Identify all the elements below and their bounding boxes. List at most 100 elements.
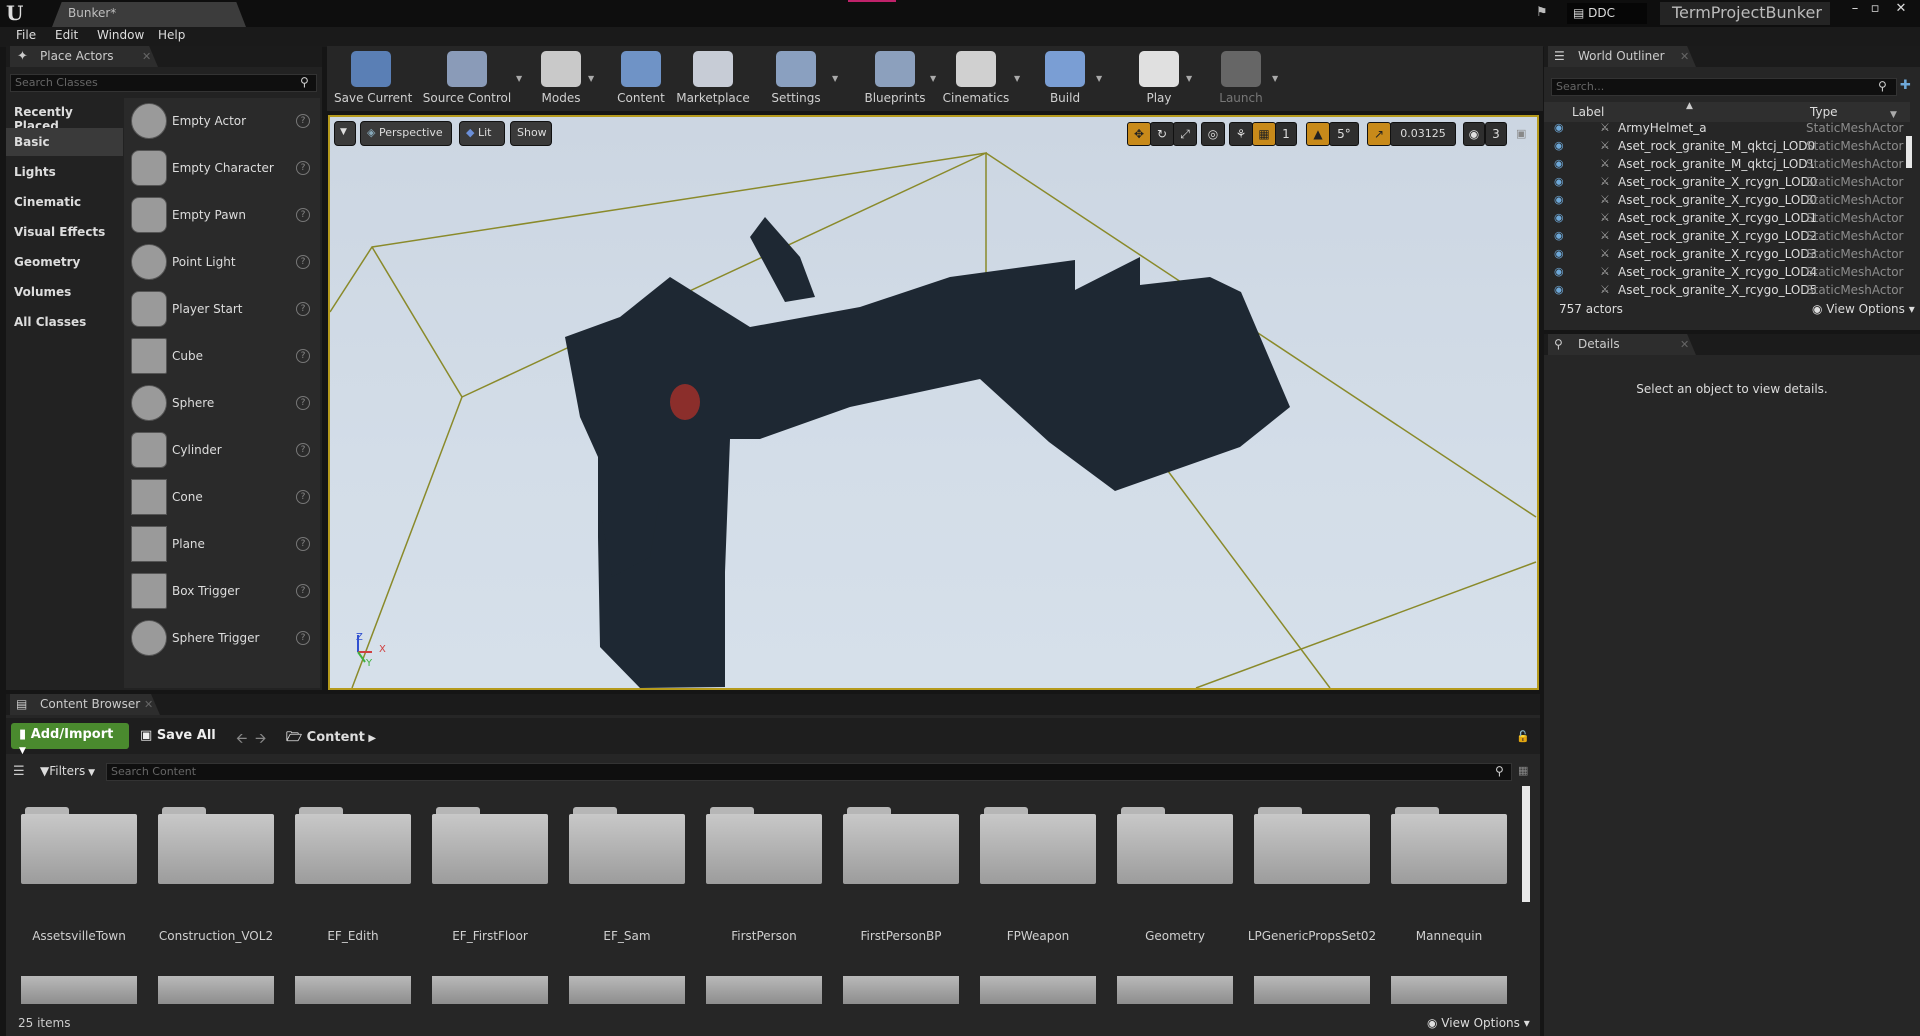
visibility-eye-icon[interactable]: ◉ <box>1554 247 1568 261</box>
folder-firstpersonbp[interactable] <box>843 804 959 884</box>
visibility-eye-icon[interactable]: ◉ <box>1554 265 1568 279</box>
chevron-down-icon[interactable]: ▼ <box>1186 74 1192 83</box>
search-classes-input[interactable]: Search Classes <box>10 74 317 92</box>
category-all-classes[interactable]: All Classes <box>6 308 123 336</box>
help-icon[interactable]: ? <box>296 349 310 363</box>
folder-lpgenericpropsset02[interactable] <box>1254 804 1370 884</box>
grid-snap-icon[interactable]: ▦ <box>1252 122 1276 146</box>
outliner-search-input[interactable]: Search... <box>1551 78 1897 96</box>
maximize-viewport-icon[interactable]: ▣ <box>1516 127 1526 140</box>
folder-firstperson[interactable] <box>706 804 822 884</box>
play-button[interactable]: Play <box>1128 48 1190 110</box>
filters-button[interactable]: ▼Filters ▼ <box>40 764 95 778</box>
visibility-eye-icon[interactable]: ◉ <box>1554 121 1568 135</box>
folder-icon[interactable] <box>432 976 548 1004</box>
camera-speed-icon[interactable]: ◉ <box>1463 122 1485 146</box>
forward-arrow-icon[interactable]: 🡪 <box>255 728 266 752</box>
chevron-down-icon[interactable]: ▼ <box>1890 110 1897 120</box>
chevron-down-icon[interactable]: ▼ <box>1096 74 1102 83</box>
tab-world-outliner[interactable]: World Outliner <box>1548 46 1696 67</box>
folder-mannequin[interactable] <box>1391 804 1507 884</box>
world-coords-icon[interactable]: ◎ <box>1201 122 1225 146</box>
sources-toggle-icon[interactable]: ☰ <box>13 764 25 779</box>
save-all-button[interactable]: ▣ Save All <box>140 728 216 743</box>
surface-snap-icon[interactable]: ⚘ <box>1229 122 1253 146</box>
folder-geometry[interactable] <box>1117 804 1233 884</box>
translate-icon[interactable]: ✥ <box>1127 122 1151 146</box>
help-icon[interactable]: ? <box>296 490 310 504</box>
help-icon[interactable]: ? <box>296 537 310 551</box>
folder-icon[interactable] <box>295 976 411 1004</box>
category-cinematic[interactable]: Cinematic <box>6 188 123 216</box>
category-visual-effects[interactable]: Visual Effects <box>6 218 123 246</box>
close-button[interactable]: ✕ <box>1892 1 1910 17</box>
help-icon[interactable]: ? <box>296 396 310 410</box>
folder-icon[interactable] <box>980 976 1096 1004</box>
unreal-logo-icon[interactable]: U <box>6 2 30 24</box>
tab-details[interactable]: Details <box>1548 334 1696 355</box>
marketplace-button[interactable]: Marketplace <box>674 48 752 110</box>
folder-ef-firstfloor[interactable] <box>432 804 548 884</box>
column-label[interactable]: Label <box>1572 105 1604 119</box>
add-filter-icon[interactable]: ✚ <box>1900 78 1911 93</box>
help-icon[interactable]: ? <box>296 255 310 269</box>
lit-button[interactable]: ◆ Lit <box>459 121 505 146</box>
scale-snap-icon[interactable]: ↗ <box>1367 122 1391 146</box>
grid-value[interactable]: 1 <box>1275 122 1297 146</box>
lock-icon[interactable]: 🔓 <box>1516 730 1530 743</box>
folder-icon[interactable] <box>21 976 137 1004</box>
folder-icon[interactable] <box>569 976 685 1004</box>
category-lights[interactable]: Lights <box>6 158 123 186</box>
level-viewport[interactable] <box>328 115 1539 690</box>
folder-icon[interactable] <box>1254 976 1370 1004</box>
outliner-scrollbar[interactable] <box>1906 136 1912 168</box>
source-control-button[interactable]: Source Control <box>414 48 520 110</box>
rotate-icon[interactable]: ↻ <box>1150 122 1174 146</box>
close-tab-icon[interactable]: ✕ <box>144 698 153 711</box>
content-view-options[interactable]: ◉ View Options ▾ <box>1427 1016 1530 1030</box>
menu-help[interactable]: Help <box>158 28 185 46</box>
camera-speed-value[interactable]: 3 <box>1485 122 1507 146</box>
visibility-eye-icon[interactable]: ◉ <box>1554 175 1568 189</box>
tab-place-actors[interactable]: Place Actors <box>10 46 158 67</box>
help-icon[interactable]: ? <box>296 114 310 128</box>
modes-button[interactable]: Modes <box>530 48 592 110</box>
tab-content-browser[interactable]: Content Browser <box>10 694 160 715</box>
close-tab-icon[interactable]: ✕ <box>1680 338 1689 351</box>
viewport-options-dropdown[interactable]: ▼ <box>334 121 356 146</box>
restore-button[interactable]: ▫ <box>1866 1 1884 17</box>
angle-value[interactable]: 5° <box>1329 122 1359 146</box>
angle-snap-icon[interactable]: ▲ <box>1306 122 1330 146</box>
settings-button[interactable]: Settings <box>756 48 836 110</box>
blueprints-button[interactable]: Blueprints <box>856 48 934 110</box>
save-search-icon[interactable]: ▦ <box>1518 764 1528 777</box>
outliner-view-options[interactable]: ◉ View Options ▾ <box>1812 302 1915 316</box>
add-import-button[interactable]: ▮ Add/Import ▼ <box>11 723 129 756</box>
category-recently-placed[interactable]: Recently Placed <box>6 98 123 133</box>
help-icon[interactable]: ? <box>296 208 310 222</box>
folder-fpweapon[interactable] <box>980 804 1096 884</box>
minimize-button[interactable]: – <box>1846 1 1864 17</box>
visibility-eye-icon[interactable]: ◉ <box>1554 139 1568 153</box>
perspective-button[interactable]: ◈ Perspective <box>360 121 452 146</box>
visibility-eye-icon[interactable]: ◉ <box>1554 211 1568 225</box>
notification-icon[interactable]: ⚑ <box>1536 5 1554 21</box>
folder-icon[interactable] <box>706 976 822 1004</box>
folder-ef-sam[interactable] <box>569 804 685 884</box>
help-icon[interactable]: ? <box>296 443 310 457</box>
save-current-button[interactable]: Save Current <box>334 48 412 110</box>
folder-ef-edith[interactable] <box>295 804 411 884</box>
folder-assetsvilletown[interactable] <box>21 804 137 884</box>
chevron-down-icon[interactable]: ▼ <box>1272 74 1278 83</box>
launch-button[interactable]: Launch <box>1206 48 1276 110</box>
ddc-indicator[interactable]: ▤ DDC <box>1567 3 1647 24</box>
chevron-down-icon[interactable]: ▼ <box>588 74 594 83</box>
help-icon[interactable]: ? <box>296 584 310 598</box>
category-volumes[interactable]: Volumes <box>6 278 123 306</box>
folder-icon[interactable] <box>1391 976 1507 1004</box>
menu-file[interactable]: File <box>16 28 36 46</box>
menu-edit[interactable]: Edit <box>55 28 78 46</box>
scale-value[interactable]: 0.03125 <box>1390 122 1456 146</box>
content-scrollbar[interactable] <box>1522 786 1530 902</box>
category-geometry[interactable]: Geometry <box>6 248 123 276</box>
